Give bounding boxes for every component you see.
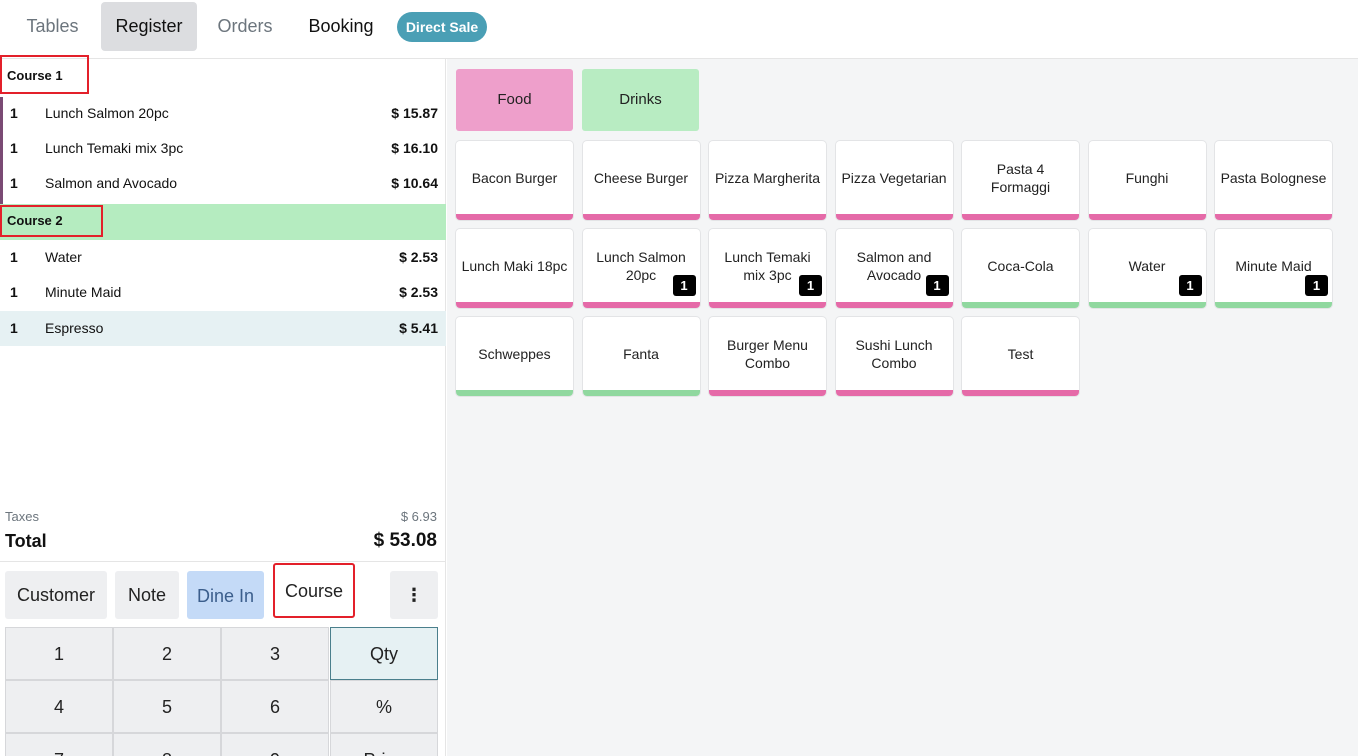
- product-qty-badge: 1: [1305, 275, 1328, 296]
- numpad-key[interactable]: 2: [113, 627, 221, 680]
- course-1-header[interactable]: Course 1: [0, 55, 446, 95]
- category-stripe: [1088, 214, 1206, 220]
- product-card[interactable]: Salmon and Avocado 1: [835, 229, 953, 308]
- product-card[interactable]: Pizza Vegetarian: [835, 141, 953, 220]
- category-stripe: [962, 302, 1079, 308]
- product-card[interactable]: Coca-Cola: [962, 229, 1079, 308]
- product-card[interactable]: Pasta Bolognese: [1215, 141, 1332, 220]
- note-button[interactable]: Note: [115, 571, 179, 619]
- numpad-key[interactable]: 8: [113, 733, 221, 756]
- product-card[interactable]: Lunch Maki 18pc: [456, 229, 573, 308]
- product-card[interactable]: Bacon Burger: [456, 141, 573, 220]
- category-stripe: [582, 390, 700, 396]
- category-stripe: [582, 302, 700, 308]
- category-stripe: [456, 390, 573, 396]
- tab-booking[interactable]: Booking: [298, 2, 384, 51]
- course-2-header[interactable]: Course 2: [0, 204, 446, 240]
- category-stripe: [709, 302, 826, 308]
- product-card[interactable]: Water 1: [1088, 229, 1206, 308]
- product-name: Fanta: [623, 345, 659, 362]
- numpad-key[interactable]: 7: [5, 733, 113, 756]
- product-name: Burger Menu Combo: [727, 336, 808, 371]
- numpad-price[interactable]: Price: [330, 733, 438, 756]
- numpad-key[interactable]: 6: [221, 680, 329, 733]
- category-food[interactable]: Food: [456, 69, 573, 131]
- product-card[interactable]: Funghi: [1088, 141, 1206, 220]
- divider: [0, 561, 446, 562]
- numpad-key[interactable]: 4: [5, 680, 113, 733]
- category-stripe: [1215, 214, 1332, 220]
- category-stripe: [582, 214, 700, 220]
- product-card[interactable]: Cheese Burger: [582, 141, 700, 220]
- tab-register[interactable]: Register: [101, 2, 197, 51]
- product-name: Sushi Lunch Combo: [855, 336, 933, 371]
- total-value: $ 53.08: [373, 530, 437, 551]
- course-2-label: Course 2: [0, 205, 103, 237]
- order-line[interactable]: 1 Salmon and Avocado $ 10.64: [0, 166, 446, 201]
- product-name: Schweppes: [478, 345, 551, 362]
- category-stripe: [835, 302, 953, 308]
- numpad-key[interactable]: 1: [5, 627, 113, 680]
- category-stripe: [835, 214, 953, 220]
- numpad-key[interactable]: 3: [221, 627, 329, 680]
- product-name: Test: [1007, 345, 1034, 362]
- dine-in-button[interactable]: Dine In: [187, 571, 264, 619]
- product-card[interactable]: Pasta 4 Formaggi: [962, 141, 1079, 220]
- product-qty-badge: 1: [1178, 275, 1202, 296]
- order-line[interactable]: 1 Minute Maid $ 2.53: [0, 275, 446, 310]
- course-1-label: Course 1: [0, 55, 89, 94]
- order-line[interactable]: 1 Lunch Temaki mix 3pc $ 16.10: [0, 131, 446, 166]
- category-stripe: [835, 390, 953, 396]
- product-name: Pasta Bolognese: [1220, 169, 1327, 186]
- category-stripe: [962, 214, 1079, 220]
- order-line[interactable]: 1 Lunch Salmon 20pc $ 15.87: [0, 96, 446, 131]
- category-stripe: [709, 214, 826, 220]
- tab-tables[interactable]: Tables: [10, 2, 95, 51]
- product-card[interactable]: Test: [962, 317, 1079, 396]
- course-button[interactable]: Course: [273, 563, 355, 618]
- product-qty-badge: 1: [799, 275, 822, 296]
- order-line[interactable]: 1 Water $ 2.53: [0, 240, 446, 275]
- order-line-selected[interactable]: 1 Espresso $ 5.41: [0, 311, 446, 346]
- product-card[interactable]: Burger Menu Combo: [709, 317, 826, 396]
- numpad-qty[interactable]: Qty: [330, 627, 438, 680]
- product-name: Funghi: [1125, 169, 1169, 186]
- product-name: Pizza Vegetarian: [841, 169, 947, 186]
- product-name: Pizza Margherita: [714, 169, 821, 186]
- customer-button[interactable]: Customer: [5, 571, 107, 619]
- product-card[interactable]: Pizza Margherita: [709, 141, 826, 220]
- product-card[interactable]: Fanta: [582, 317, 700, 396]
- product-qty-badge: 1: [672, 275, 696, 296]
- more-options-icon[interactable]: ⋮: [390, 571, 438, 619]
- product-card[interactable]: Minute Maid 1: [1215, 229, 1332, 308]
- taxes-value: $ 6.93: [400, 509, 437, 524]
- product-name: Bacon Burger: [471, 169, 558, 186]
- category-stripe: [456, 214, 573, 220]
- product-name: Pasta 4 Formaggi: [990, 160, 1051, 195]
- top-navbar: Tables Register Orders Booking Direct Sa…: [0, 0, 1358, 59]
- product-card[interactable]: Sushi Lunch Combo: [835, 317, 953, 396]
- numpad-percent[interactable]: %: [330, 680, 438, 733]
- product-card[interactable]: Schweppes: [456, 317, 573, 396]
- product-area: Food Drinks Bacon Burger Cheese Burger Piz…: [447, 59, 1358, 756]
- category-stripe: [1088, 302, 1206, 308]
- product-name: Lunch Maki 18pc: [461, 257, 568, 274]
- product-card[interactable]: Lunch Salmon 20pc 1: [582, 229, 700, 308]
- category-stripe: [709, 390, 826, 396]
- category-stripe: [962, 390, 1079, 396]
- taxes-label: Taxes: [5, 509, 39, 524]
- order-panel: Course 1 1 Lunch Salmon 20pc $ 15.87 1 L…: [0, 55, 446, 756]
- category-drinks[interactable]: Drinks: [582, 69, 699, 131]
- numpad-key[interactable]: 9: [221, 733, 329, 756]
- numpad-key[interactable]: 5: [113, 680, 221, 733]
- product-card[interactable]: Lunch Temaki mix 3pc 1: [709, 229, 826, 308]
- tab-orders[interactable]: Orders: [206, 2, 284, 51]
- direct-sale-button[interactable]: Direct Sale: [397, 12, 487, 42]
- product-qty-badge: 1: [925, 275, 949, 296]
- total-label: Total: [5, 531, 47, 551]
- product-name: Cheese Burger: [593, 169, 689, 186]
- category-stripe: [456, 302, 573, 308]
- product-name: Coca-Cola: [987, 257, 1054, 274]
- category-stripe: [1215, 302, 1332, 308]
